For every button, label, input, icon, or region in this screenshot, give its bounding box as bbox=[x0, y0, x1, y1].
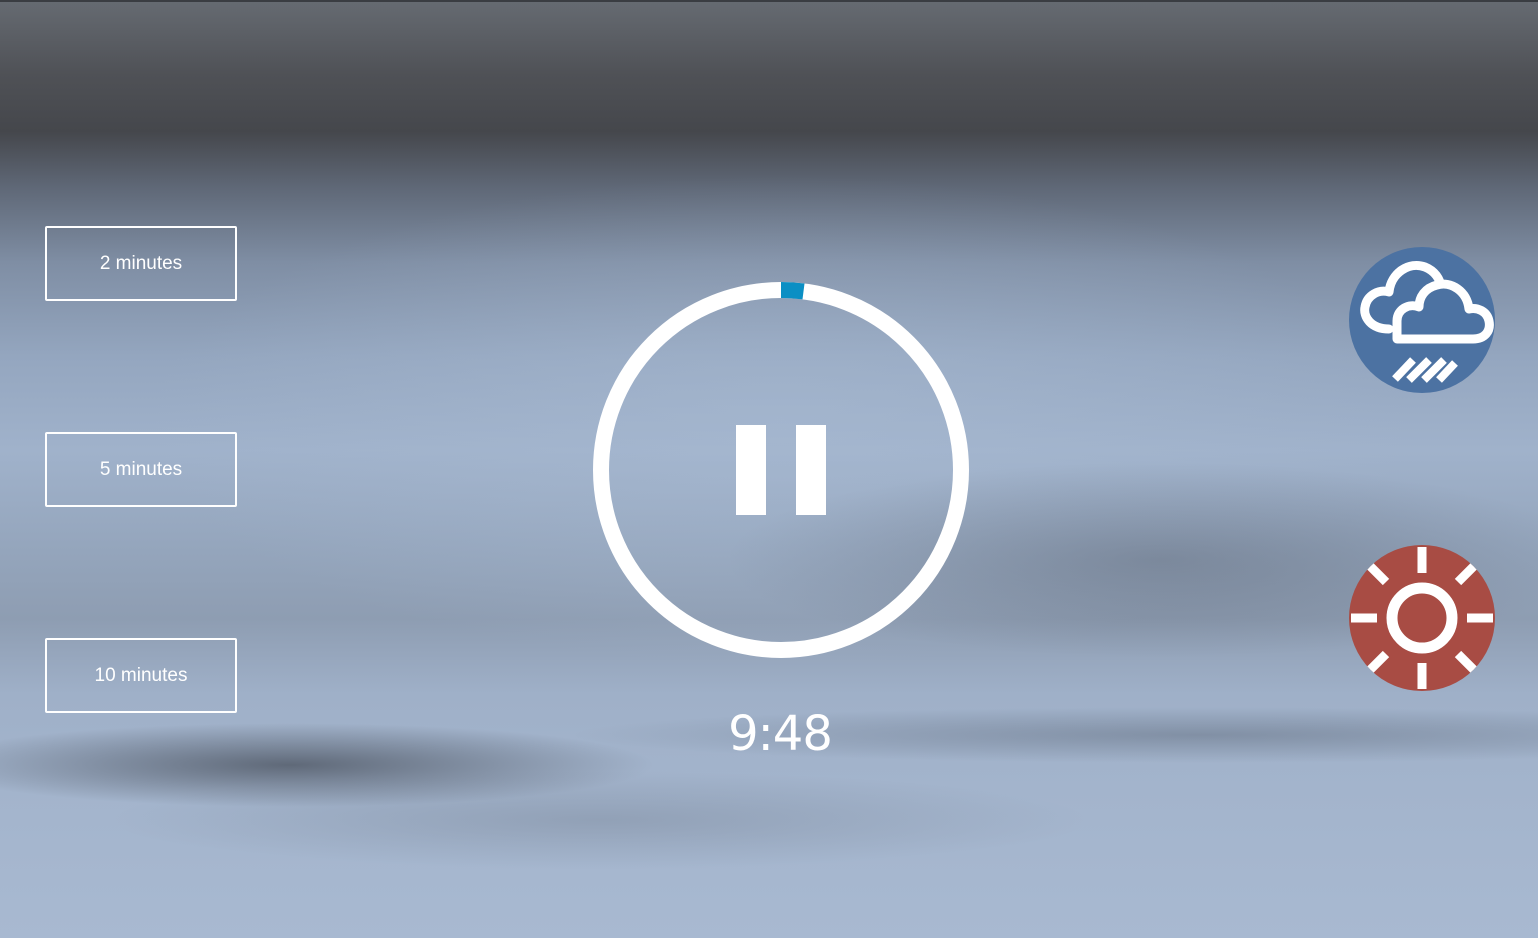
pause-icon bbox=[736, 425, 826, 515]
rain-cloud-icon bbox=[1360, 261, 1494, 383]
duration-10-minutes-button[interactable]: 10 minutes bbox=[45, 638, 237, 713]
top-edge-line bbox=[0, 0, 1538, 2]
duration-2-minutes-label: 2 minutes bbox=[99, 252, 183, 274]
duration-10-minutes-label: 10 minutes bbox=[94, 664, 188, 686]
sun-icon bbox=[1351, 547, 1493, 689]
timer-ring bbox=[593, 282, 969, 658]
play-pause-button[interactable] bbox=[593, 282, 969, 658]
sun-sound-button[interactable] bbox=[1349, 545, 1495, 691]
time-remaining: 9:48 bbox=[728, 706, 833, 762]
timer-ring-track bbox=[593, 282, 969, 658]
duration-2-minutes-button[interactable]: 2 minutes bbox=[45, 226, 237, 301]
duration-5-minutes-label: 5 minutes bbox=[99, 458, 183, 480]
duration-5-minutes-button[interactable]: 5 minutes bbox=[45, 432, 237, 507]
rain-sound-button[interactable] bbox=[1349, 247, 1495, 393]
